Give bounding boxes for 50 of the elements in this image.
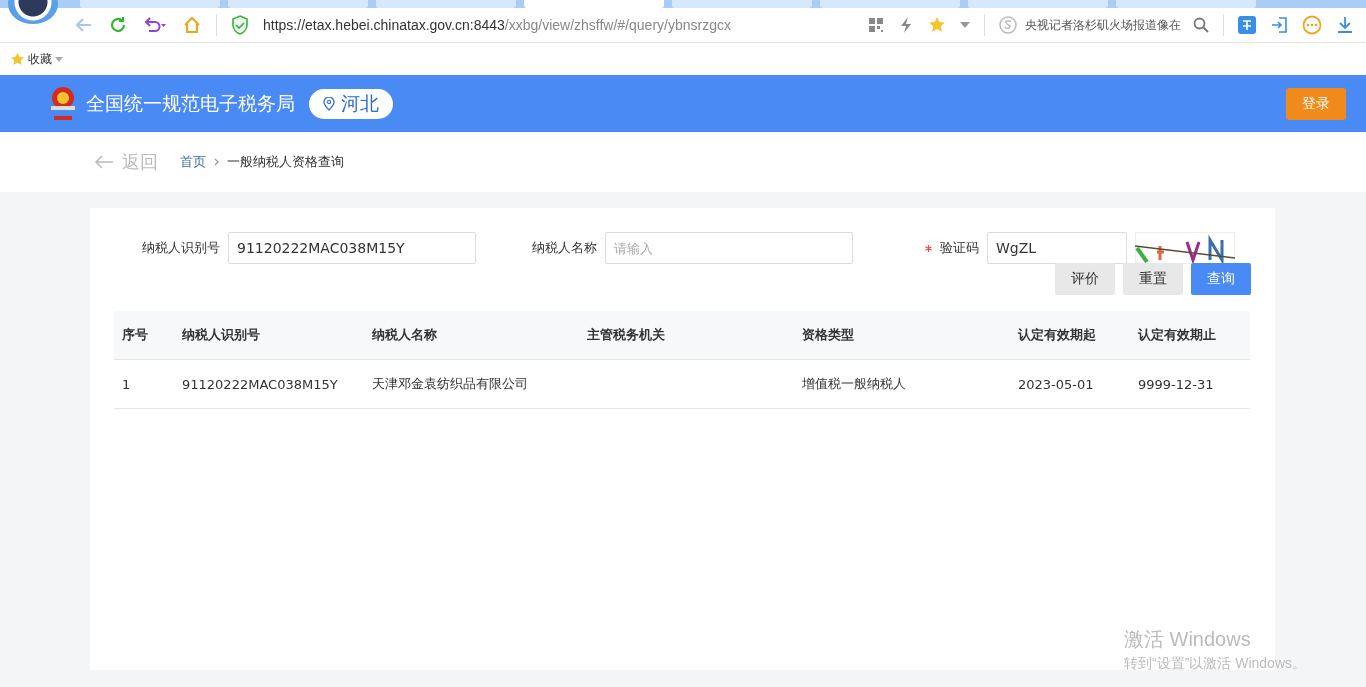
table-cell: 9999-12-31	[1138, 376, 1214, 392]
lightning-icon[interactable]	[898, 16, 914, 34]
shield-icon	[231, 15, 249, 35]
star-icon	[10, 51, 25, 67]
column-header: 认定有效期起	[1018, 326, 1097, 344]
favorites-button[interactable]: 收藏	[10, 50, 63, 68]
input-field[interactable]: 请输入	[605, 232, 853, 264]
input-field[interactable]: 91120222MAC038M15Y	[228, 232, 476, 264]
table-cell: 2023-05-01	[1018, 376, 1094, 392]
translate-icon[interactable]	[1238, 16, 1256, 34]
activation-text: 转到“设置”以激活 Windows。	[1124, 655, 1306, 673]
breadcrumb-link[interactable]: 首页	[180, 153, 206, 171]
sign-in-icon[interactable]	[1270, 16, 1288, 34]
search-icon[interactable]	[1193, 17, 1209, 33]
caret-icon	[55, 56, 63, 62]
column-header: 认定有效期止	[1138, 326, 1217, 344]
field-label: 纳税人识别号	[142, 239, 220, 257]
site-title: 全国统一规范电子税务局	[86, 90, 295, 116]
home-icon[interactable]	[182, 15, 202, 35]
form-button[interactable]: 评价	[1055, 263, 1115, 295]
column-header: 纳税人名称	[372, 326, 438, 344]
column-header: 纳税人识别号	[182, 326, 261, 344]
table-cell: 天津邓金袁纺织品有限公司	[372, 376, 528, 391]
field-label: 验证码	[940, 239, 979, 257]
table-cell: 增值税一般纳税人	[802, 376, 906, 391]
undo-icon[interactable]	[142, 15, 168, 35]
column-header: 资格类型	[802, 326, 855, 344]
form-button[interactable]: 重置	[1123, 263, 1183, 295]
search-engine-icon	[999, 16, 1017, 34]
chevron-icon	[214, 158, 219, 166]
star-icon[interactable]	[928, 16, 946, 34]
table-cell: 91120222MAC038M15Y	[182, 376, 338, 392]
breadcrumb-current: 一般纳税人资格查询	[227, 153, 344, 171]
qr-code-icon[interactable]	[868, 17, 884, 33]
activation-title: 激活 Windows	[1124, 627, 1252, 652]
input-field[interactable]: WgZL	[987, 232, 1127, 264]
region-button[interactable]: 河北	[309, 88, 393, 119]
refresh-icon[interactable]	[108, 15, 128, 35]
back-arrow-icon	[94, 155, 114, 169]
caret-icon[interactable]	[960, 22, 970, 28]
required-icon	[925, 244, 932, 252]
table-cell: 1	[122, 376, 131, 392]
column-header: 序号	[122, 326, 149, 344]
location-pin-icon	[323, 96, 335, 111]
column-header: 主管税务机关	[587, 326, 666, 344]
address-field[interactable]: https://etax.hebei.chinatax.gov.cn:8443/xxbg/view/zhsffw/#/query/ybnsrzgcx	[263, 17, 854, 33]
search-field[interactable]: 央视记者洛杉矶火场报道像在	[999, 16, 1209, 34]
download-icon[interactable]	[1336, 16, 1354, 34]
field-label: 纳税人名称	[532, 239, 597, 257]
more-icon[interactable]	[1302, 15, 1322, 35]
